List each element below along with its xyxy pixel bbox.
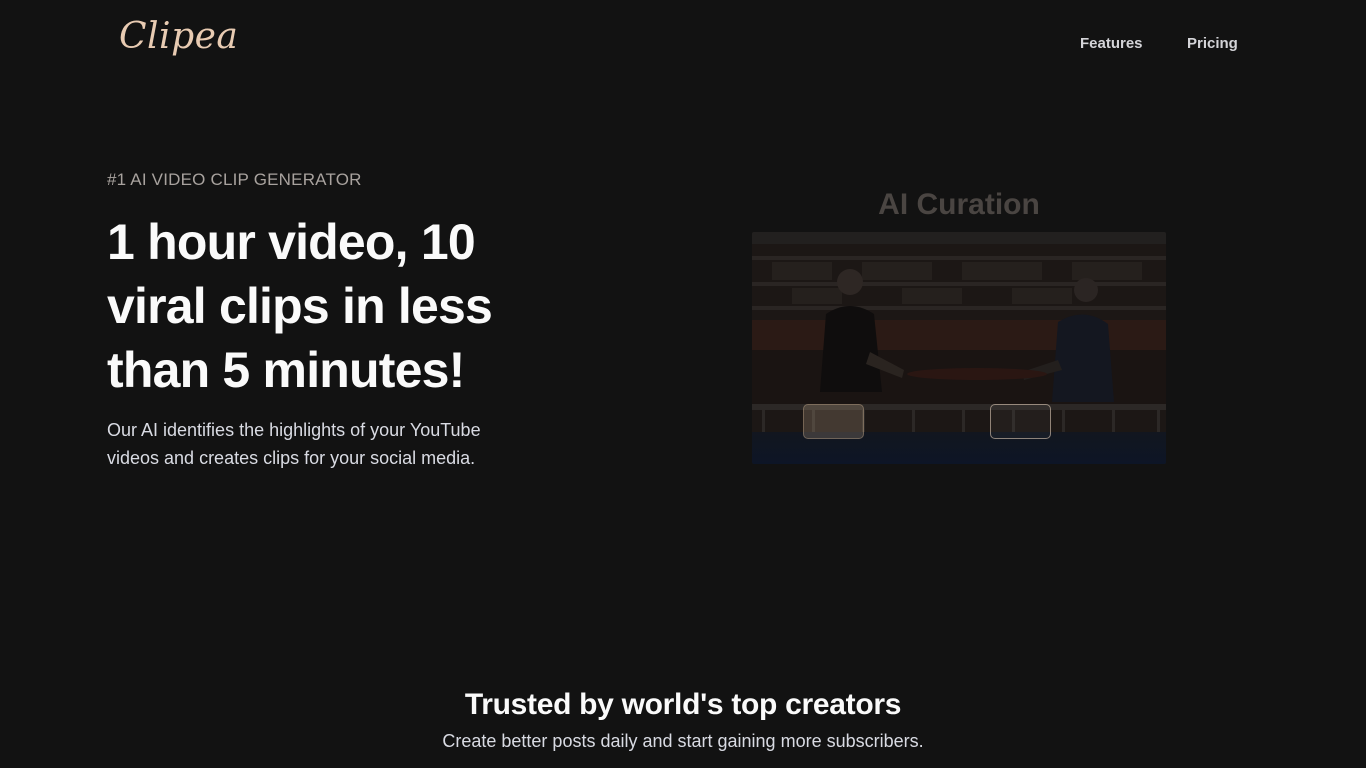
trusted-subtitle: Create better posts daily and start gain…	[442, 731, 924, 751]
site-header: Clipea Features Pricing	[0, 0, 1366, 88]
hero-eyebrow: #1 AI VIDEO CLIP GENERATOR	[107, 170, 362, 189]
brand-logo[interactable]: Clipea	[119, 16, 238, 57]
hero-subcopy: Our AI identifies the highlights of your…	[107, 420, 481, 468]
trusted-title: Trusted by world's top creators	[464, 688, 902, 721]
hero-headline: 1 hour video, 10 viral clips in less tha…	[107, 214, 493, 398]
nav-link-pricing[interactable]: Pricing	[1187, 35, 1238, 52]
demo-video-preview	[752, 232, 1166, 464]
clip-highlight-outline[interactable]	[990, 404, 1051, 439]
nav-link-features[interactable]: Features	[1080, 35, 1143, 52]
demo-title: AI Curation	[878, 188, 1040, 221]
clip-highlight-selected[interactable]	[803, 404, 864, 439]
